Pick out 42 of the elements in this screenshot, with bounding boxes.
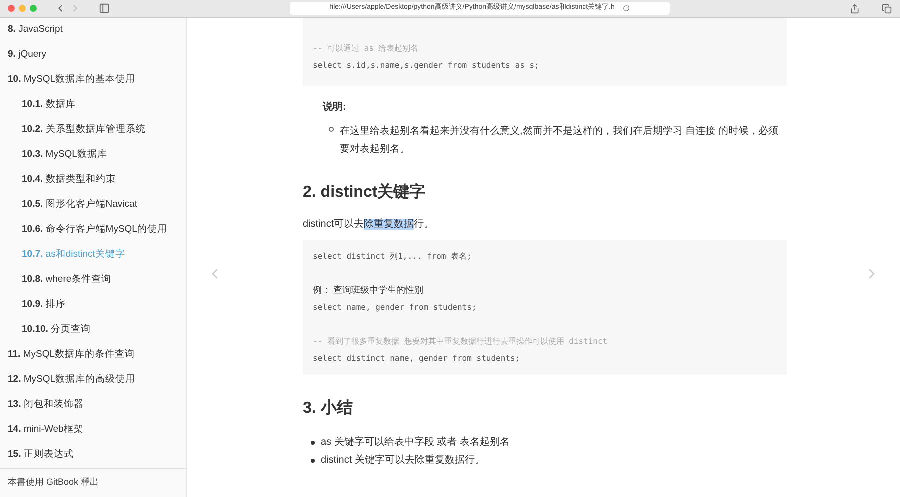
share-icon[interactable] bbox=[850, 4, 860, 14]
sidebar-item[interactable]: 12. MySQL数据库的高级使用 bbox=[8, 373, 136, 388]
sidebar-item[interactable]: 9. jQuery bbox=[8, 48, 47, 63]
sidebar-item[interactable]: 10.1. 数据库 bbox=[22, 98, 76, 113]
bullet-icon bbox=[311, 458, 315, 462]
sidebar-item[interactable]: 10.5. 图形化客户端Navicat bbox=[22, 198, 138, 213]
sidebar-item[interactable]: 11. MySQL数据库的条件查询 bbox=[8, 348, 136, 363]
footer-text[interactable]: 本書使用 GitBook 釋出 bbox=[8, 476, 100, 490]
note-text: 在这里给表起别名看起来并没有什么意义,然而并不是这样的，我们在后期学习 自连接 的时候，必须要对表起别名。 bbox=[340, 124, 780, 157]
sidebar-item[interactable]: 10.4. 数据类型和约束 bbox=[22, 173, 116, 188]
code-line: select distinct 列1,... from 表名; bbox=[313, 250, 472, 262]
sidebar-item[interactable]: 13. 闭包和装饰器 bbox=[8, 398, 84, 413]
summary-text: as 关键字可以给表中字段 或者 表名起别名 bbox=[321, 436, 510, 450]
maximize-icon[interactable] bbox=[30, 5, 37, 12]
code-line: select name, gender from students; bbox=[313, 302, 477, 314]
sidebar-item[interactable]: 10.3. MySQL数据库 bbox=[22, 148, 108, 163]
sidebar-item[interactable]: 10.6. 命令行客户端MySQL的使用 bbox=[22, 223, 168, 238]
sidebar-icon[interactable] bbox=[99, 3, 110, 14]
note-label: 说明: bbox=[323, 100, 348, 115]
sidebar-item[interactable]: 15. 正则表达式 bbox=[8, 448, 74, 463]
minimize-icon[interactable] bbox=[19, 5, 26, 12]
sidebar-item[interactable]: 10.10. 分页查询 bbox=[22, 323, 92, 338]
code-text: 例： 查询班级中学生的性别 bbox=[313, 284, 424, 297]
reload-icon[interactable] bbox=[622, 5, 630, 12]
sidebar-item[interactable]: 8. JavaScript bbox=[8, 23, 63, 38]
sidebar-item[interactable]: 10. MySQL数据库的基本使用 bbox=[8, 73, 136, 88]
code-comment: -- 看到了很多重复数据 想要对其中重复数据行进行去重操作可以使用 distinct bbox=[313, 336, 608, 348]
paragraph: distinct可以去除重复数据行。 bbox=[303, 218, 436, 232]
sidebar-item[interactable]: 10.8. where条件查询 bbox=[22, 273, 112, 288]
code-line: select s.id,s.name,s.gender from students as s; bbox=[313, 60, 540, 72]
section-heading: 3. 小结 bbox=[303, 398, 354, 419]
summary-text: distinct 关键字可以去除重复数据行。 bbox=[321, 454, 485, 468]
section-heading: 2. distinct关键字 bbox=[303, 182, 427, 203]
sidebar-item[interactable]: 14. mini-Web框架 bbox=[8, 423, 84, 438]
close-icon[interactable] bbox=[8, 5, 15, 12]
sidebar-item[interactable]: 10.2. 关系型数据库管理系统 bbox=[22, 123, 146, 138]
bullet-icon bbox=[329, 127, 334, 132]
code-comment: -- 可以通过 as 给表起别名 bbox=[313, 42, 419, 54]
tabs-icon[interactable] bbox=[882, 4, 892, 14]
bullet-icon bbox=[311, 440, 315, 444]
code-line: select distinct name, gender from students; bbox=[313, 352, 520, 364]
sidebar-item[interactable]: 10.9. 排序 bbox=[22, 298, 66, 313]
